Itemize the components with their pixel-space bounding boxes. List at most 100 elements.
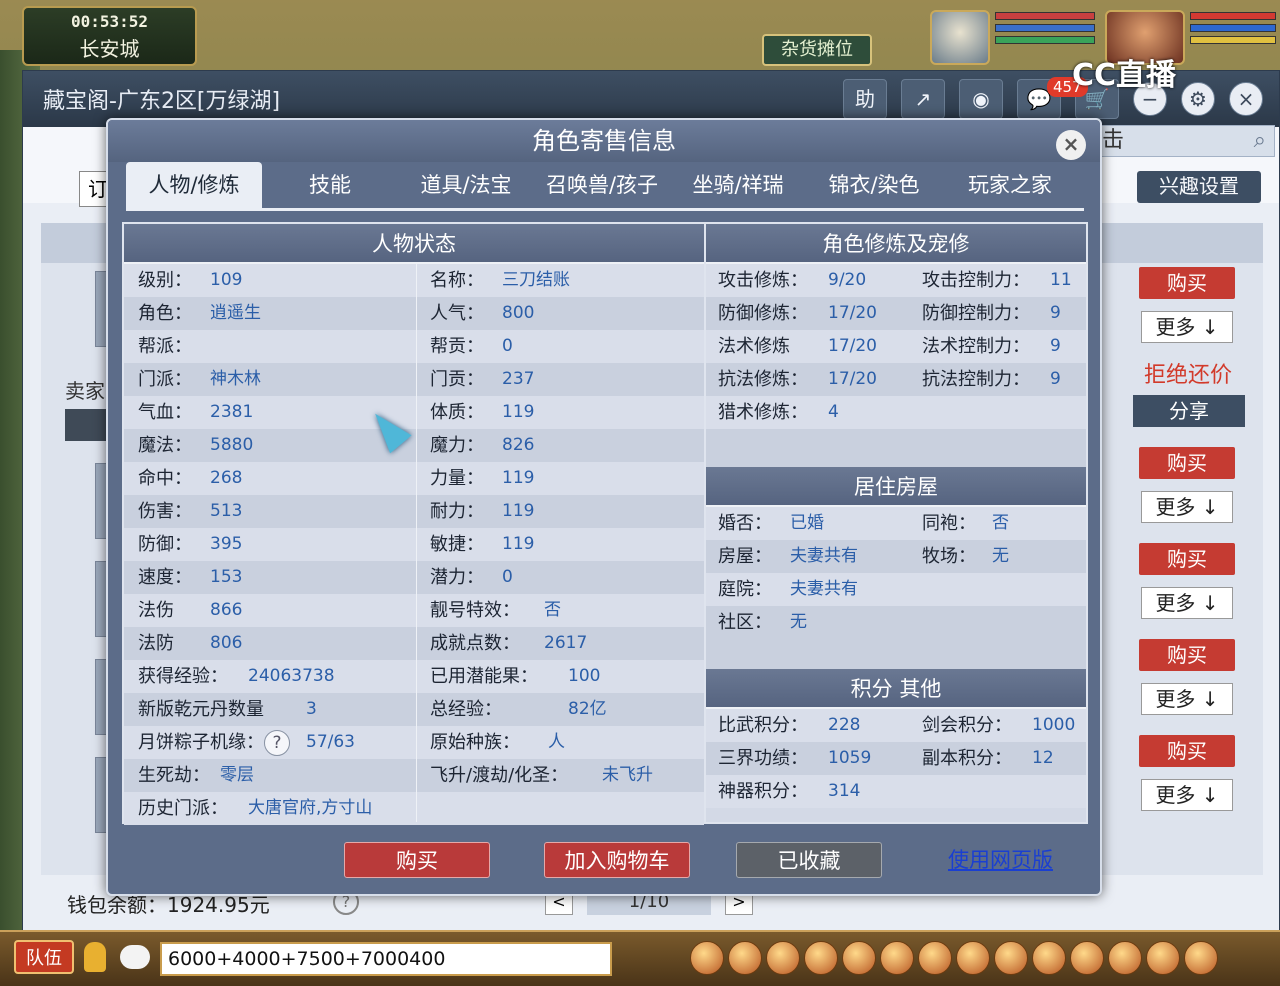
info-label: 攻击控制力： — [922, 270, 1030, 291]
help-button[interactable]: 助 — [843, 79, 887, 119]
info-label: 剑会积分： — [922, 715, 1012, 736]
modal-close-button[interactable]: × — [1056, 130, 1086, 160]
info-value: 夫妻共有 — [790, 546, 858, 566]
buy-button[interactable]: 购买 — [1139, 639, 1235, 671]
score-grid: 比武积分： 228 剑会积分： 1000 三界功绩： 1059 副本积分： 12 神器积分： 31… — [706, 709, 1086, 808]
info-value: 1059 — [828, 748, 872, 768]
cultivation-header: 角色修炼及宠修 — [706, 224, 1086, 264]
info-label: 攻击修炼： — [718, 270, 808, 291]
info-value: 2381 — [210, 402, 254, 422]
info-value: 11 — [1050, 270, 1072, 290]
info-label: 已用潜能果： — [430, 666, 538, 687]
modal-buy-button[interactable]: 购买 — [344, 842, 490, 878]
shortcut-icon[interactable] — [1146, 941, 1180, 975]
more-label: 更多 — [1155, 783, 1196, 807]
shortcut-icon[interactable] — [804, 941, 838, 975]
more-button[interactable]: 更多 ↓ — [1141, 779, 1233, 811]
buy-button[interactable]: 购买 — [1139, 267, 1235, 299]
buy-button[interactable]: 购买 — [1139, 447, 1235, 479]
info-value: 806 — [210, 633, 243, 653]
info-label: 神器积分： — [718, 781, 808, 802]
pet-avatar[interactable] — [930, 10, 990, 65]
shortcut-icon[interactable] — [766, 941, 800, 975]
favorited-button[interactable]: 已收藏 — [736, 842, 882, 878]
info-row: 法伤 866 靓号特效： 否 — [124, 594, 704, 627]
info-row: 月饼粽子机缘：? 57/63 原始种族： 人 — [124, 726, 704, 759]
add-to-cart-button[interactable]: 加入购物车 — [544, 842, 690, 878]
shortcut-icon[interactable] — [690, 941, 724, 975]
record-icon[interactable]: ◉ — [959, 79, 1003, 119]
info-label: 人气： — [430, 303, 484, 324]
tab-mounts[interactable]: 坐骑/祥瑞 — [670, 162, 806, 208]
info-value: 3 — [306, 699, 317, 719]
share-arrow-icon[interactable]: ↗ — [901, 79, 945, 119]
more-label: 更多 — [1155, 687, 1196, 711]
more-button[interactable]: 更多 ↓ — [1141, 311, 1233, 343]
shortcut-icon[interactable] — [994, 941, 1028, 975]
microphone-icon[interactable] — [84, 942, 106, 972]
info-value: 24063738 — [248, 666, 335, 686]
more-button[interactable]: 更多 ↓ — [1141, 683, 1233, 715]
info-label: 帮贡： — [430, 336, 484, 357]
tab-summons[interactable]: 召唤兽/孩子 — [534, 162, 670, 208]
info-value: 119 — [502, 534, 535, 554]
close-icon[interactable]: × — [1229, 82, 1263, 116]
info-value: 109 — [210, 270, 243, 290]
info-label: 门派： — [138, 369, 192, 390]
search-icon[interactable]: ⌕ — [1254, 126, 1266, 156]
role-info-modal: 角色寄售信息 × 人物/修炼 技能 道具/法宝 召唤兽/孩子 坐骑/祥瑞 锦衣/… — [106, 118, 1102, 896]
buy-button[interactable]: 购买 — [1139, 735, 1235, 767]
tab-skills[interactable]: 技能 — [262, 162, 398, 208]
help-question-icon[interactable]: ? — [264, 726, 290, 759]
info-panel: 人物状态 级别： 109 名称： 三刀结账 角色： 逍遥生 人气： 800 帮派： 帮贡： 0 门派：… — [122, 222, 1088, 825]
team-button[interactable]: 队伍 — [14, 940, 74, 974]
buy-button[interactable]: 购买 — [1139, 543, 1235, 575]
modal-title: 角色寄售信息 — [108, 120, 1100, 162]
shortcut-icon[interactable] — [1108, 941, 1142, 975]
use-web-version-link[interactable]: 使用网页版 — [948, 842, 1053, 878]
info-label: 三界功绩： — [718, 748, 808, 769]
tab-home[interactable]: 玩家之家 — [942, 162, 1078, 208]
tab-outfits[interactable]: 锦衣/染色 — [806, 162, 942, 208]
shortcut-icon[interactable] — [1032, 941, 1066, 975]
more-button[interactable]: 更多 ↓ — [1141, 491, 1233, 523]
info-value: 0 — [502, 336, 513, 356]
info-label: 生死劫： — [138, 765, 210, 786]
info-value: 826 — [502, 435, 535, 455]
chat-input[interactable]: 6000+4000+7500+7000400 — [160, 942, 612, 976]
shortcut-icon[interactable] — [1070, 941, 1104, 975]
info-label: 名称： — [430, 270, 484, 291]
info-value: 无 — [790, 612, 807, 632]
info-value: 513 — [210, 501, 243, 521]
info-value: 人 — [548, 732, 565, 752]
info-label: 月饼粽子机缘： — [138, 732, 264, 753]
chat-bubble-icon[interactable] — [120, 945, 150, 969]
info-row: 气血： 2381 体质： 119 — [124, 396, 704, 429]
info-value: 5880 — [210, 435, 254, 455]
search-input[interactable]: 击 ⌕ — [1095, 125, 1275, 157]
info-row: 角色： 逍遥生 人气： 800 — [124, 297, 704, 330]
info-label: 速度： — [138, 567, 192, 588]
info-value: 17/20 — [828, 303, 877, 323]
tab-character[interactable]: 人物/修炼 — [126, 162, 262, 208]
shortcut-icon[interactable] — [728, 941, 762, 975]
vendor-stall-button[interactable]: 杂货摊位 — [762, 34, 872, 66]
share-button[interactable]: 分享 — [1133, 395, 1245, 427]
info-value: 否 — [992, 513, 1009, 533]
cultivation-spacer — [706, 429, 1086, 467]
settings-icon[interactable]: ⚙ — [1181, 82, 1215, 116]
more-button[interactable]: 更多 ↓ — [1141, 587, 1233, 619]
shortcut-icon[interactable] — [842, 941, 876, 975]
shortcut-icon[interactable] — [918, 941, 952, 975]
interest-settings-button[interactable]: 兴趣设置 — [1137, 171, 1261, 203]
shortcut-icon[interactable] — [880, 941, 914, 975]
info-label: 靓号特效： — [430, 600, 520, 621]
info-value: 0 — [502, 567, 513, 587]
shortcut-icon[interactable] — [1184, 941, 1218, 975]
info-row: 法防 806 成就点数： 2617 — [124, 627, 704, 660]
info-row: 速度： 153 潜力： 0 — [124, 561, 704, 594]
cultivation-grid: 攻击修炼： 9/20 攻击控制力： 11 防御修炼： 17/20 防御控制力： 9 法术修炼 17… — [706, 264, 1086, 429]
info-label: 防御： — [138, 534, 192, 555]
shortcut-icon[interactable] — [956, 941, 990, 975]
tab-items[interactable]: 道具/法宝 — [398, 162, 534, 208]
